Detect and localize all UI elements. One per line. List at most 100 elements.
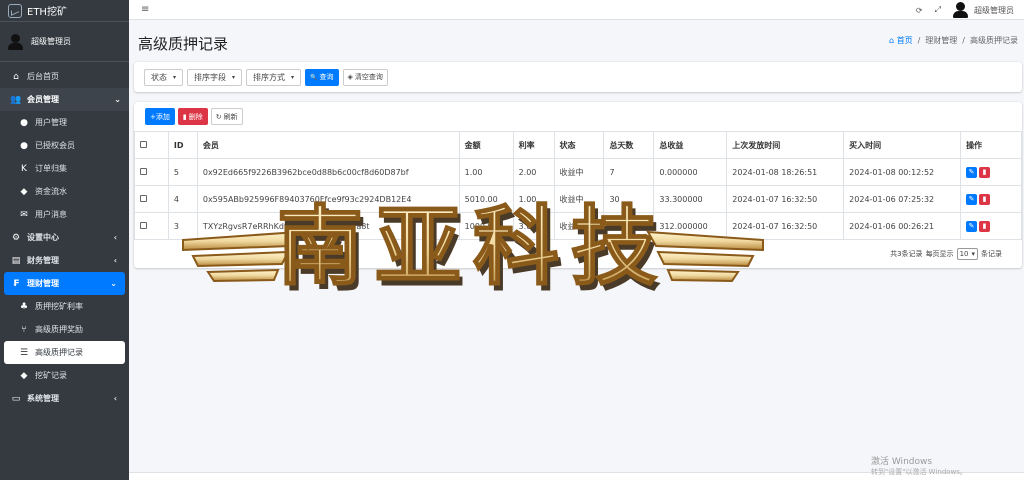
sidebar-item-settings[interactable]: ⚙ 设置中心 ‹	[4, 226, 125, 249]
row-checkbox[interactable]	[140, 194, 147, 202]
id-cell: 5	[167, 158, 198, 186]
edit-icon[interactable]: ✎	[966, 220, 978, 232]
list-icon: ☰	[19, 347, 29, 358]
sidebar-item-finance[interactable]: ▤ 财务管理 ‹	[4, 249, 125, 272]
add-button[interactable]: +添加	[145, 108, 175, 125]
sidebar-item-label: 订单归集	[35, 164, 67, 173]
chart-logo-icon	[8, 3, 22, 18]
home-icon: ⌂	[888, 36, 895, 45]
sidebar-item-user-management[interactable]: ● 用户管理	[4, 111, 125, 134]
refresh-icon[interactable]: ⟳	[916, 6, 923, 15]
caret-down-icon: ▾	[232, 73, 236, 81]
table-row: 4 0x595ABb925996F89403760Ffce9f93c2924DB…	[134, 185, 1022, 213]
caret-down-icon: ▾	[173, 73, 177, 81]
delete-button[interactable]: ▮ 删除	[177, 108, 208, 125]
home-icon: ⌂	[13, 71, 19, 82]
top-user-name: 超级管理员	[974, 5, 1014, 15]
earnings-cell: 33.300000	[653, 185, 728, 213]
sidebar-item-label: 系统管理	[27, 394, 59, 403]
buy-time-cell: 2024-01-08 00:12:52	[843, 158, 962, 186]
edit-icon[interactable]: ✎	[966, 193, 978, 205]
user-panel[interactable]: 超级管理员	[0, 22, 129, 62]
column-header[interactable]: 利率	[512, 131, 555, 159]
column-header[interactable]: ID	[167, 131, 198, 159]
sidebar-item-order-collection[interactable]: K 订单归集	[4, 157, 125, 180]
days-cell: 7	[603, 158, 655, 186]
sidebar-item-home[interactable]: ⌂ 后台首页	[4, 65, 125, 88]
breadcrumb-separator: /	[917, 36, 921, 45]
brand[interactable]: ETH挖矿	[0, 0, 129, 22]
sort-field-select[interactable]: 排序字段 ▾	[187, 68, 243, 86]
breadcrumb-item[interactable]: 理财管理	[925, 35, 957, 46]
sidebar-item-label: 高级质押奖励	[35, 325, 83, 334]
droplet-icon: ◆	[20, 370, 28, 381]
trash-icon[interactable]: ▮	[979, 166, 991, 178]
sidebar-item-advanced-reward[interactable]: ⑂ 高级质押奖励	[4, 318, 125, 341]
trash-icon[interactable]: ▮	[979, 193, 991, 205]
sidebar-item-mining-records[interactable]: ◆ 挖矿记录	[4, 364, 125, 387]
page-title: 高级质押记录	[138, 35, 229, 53]
cogs-icon: ⚙	[11, 232, 21, 243]
amount-cell: 5010.00	[458, 185, 514, 213]
column-header[interactable]: 状态	[553, 131, 605, 159]
fullscreen-icon[interactable]: ⤢	[935, 5, 941, 15]
rate-cell: 2.00	[512, 158, 555, 186]
refresh-button[interactable]: ↻ 刷新	[210, 108, 243, 125]
search-button[interactable]: 🔍 查询	[305, 68, 339, 86]
per-page-select[interactable]: 10 ▾	[956, 248, 978, 260]
user-check-icon: ●	[20, 140, 28, 151]
edit-icon[interactable]: ✎	[966, 166, 978, 178]
days-cell: 30	[603, 185, 655, 213]
chevron-down-icon: ⌄	[110, 279, 117, 288]
users-icon: 👥	[10, 94, 22, 105]
chevron-left-icon: ‹	[113, 394, 117, 403]
sidebar-item-authorized-members[interactable]: ● 已授权会员	[4, 134, 125, 157]
actions-cell: ✎ ▮	[960, 185, 1022, 213]
sidebar-item-label: 已授权会员	[35, 141, 75, 150]
sidebar-item-advanced-records[interactable]: ☰ 高级质押记录	[4, 341, 125, 364]
clear-search-button[interactable]: ◈ 清空查询	[342, 68, 388, 86]
column-header[interactable]: 总收益	[653, 131, 728, 159]
top-user-menu[interactable]: 超级管理员	[953, 2, 1014, 18]
chevron-down-icon: ⌄	[114, 95, 121, 104]
sidebar-item-system[interactable]: ▭ 系统管理 ‹	[4, 387, 125, 410]
sidebar-item-label: 后台首页	[27, 72, 59, 81]
menu-toggle-icon[interactable]: ≡	[141, 4, 149, 15]
sort-order-select[interactable]: 排序方式 ▾	[246, 68, 302, 86]
windows-activate-subtitle: 转到"设置"以激活 Windows。	[871, 468, 967, 476]
sidebar-item-fund-flow[interactable]: ◆ 资金流水	[4, 180, 125, 203]
sidebar-item-wealth[interactable]: ₣ 理财管理 ⌄	[4, 272, 125, 295]
pagination-info: 共3条记录 每页显示 10 ▾ 条记录	[890, 248, 1002, 260]
desktop-icon: ▭	[11, 393, 21, 404]
column-header[interactable]: 会员	[196, 131, 460, 159]
sidebar-item-label: 资金流水	[35, 187, 67, 196]
refresh-icon: ↻	[215, 112, 222, 121]
chevron-left-icon: ‹	[113, 256, 117, 265]
sidebar-item-members[interactable]: 👥 会员管理 ⌄	[0, 88, 129, 111]
status-select[interactable]: 状态 ▾	[144, 68, 184, 86]
admin-name: 超级管理员	[31, 37, 71, 46]
column-header[interactable]: 总天数	[603, 131, 655, 159]
breadcrumb-separator: /	[962, 36, 965, 45]
breadcrumb-home[interactable]: ⌂ 首页	[889, 35, 913, 46]
buy-time-cell: 2024-01-06 00:26:21	[843, 212, 962, 240]
status-cell: 收益中	[553, 212, 605, 240]
column-header[interactable]: 上次发放时间	[726, 131, 845, 159]
caret-down-icon: ▾	[971, 250, 975, 258]
row-checkbox[interactable]	[140, 221, 147, 229]
row-select-cell	[134, 212, 169, 240]
row-select-cell	[134, 158, 169, 186]
sidebar-item-user-messages[interactable]: ✉ 用户消息	[4, 203, 125, 226]
column-header[interactable]: 买入时间	[843, 131, 962, 159]
actions-cell: ✎ ▮	[960, 158, 1022, 186]
branch-icon: ⑂	[21, 324, 27, 335]
column-header[interactable]: 金额	[458, 131, 514, 159]
sidebar-item-label: 高级质押记录	[35, 348, 83, 357]
sidebar-item-staking-rate[interactable]: ♣ 质押挖矿利率	[4, 295, 125, 318]
select-all-checkbox[interactable]	[140, 140, 147, 148]
trash-icon[interactable]: ▮	[979, 220, 991, 232]
chevron-left-icon: ‹	[113, 233, 117, 242]
envelope-icon: ✉	[20, 209, 28, 220]
sidebar-item-label: 设置中心	[27, 233, 59, 242]
row-checkbox[interactable]	[140, 167, 147, 175]
